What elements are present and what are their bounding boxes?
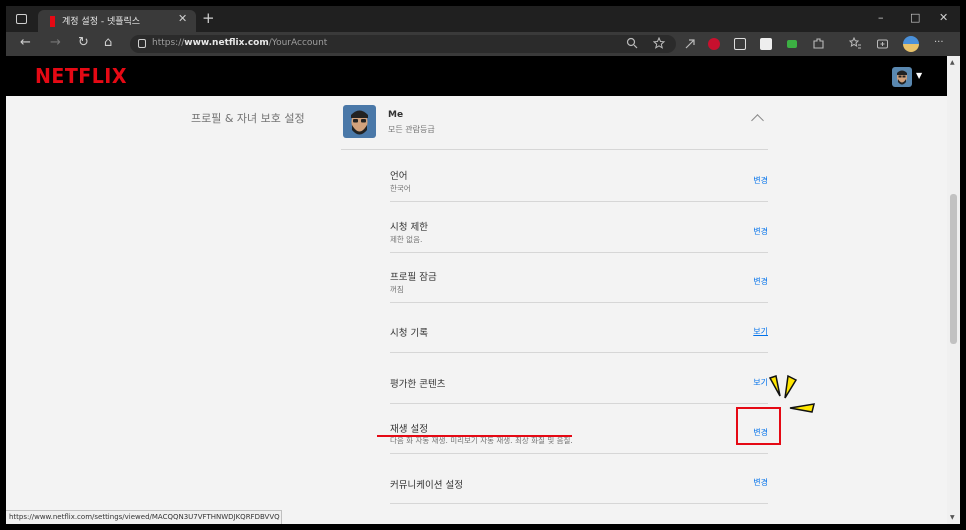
more-menu-icon[interactable]: ···: [934, 37, 944, 48]
favorites-list-icon[interactable]: [849, 37, 862, 50]
setting-row-viewing-restrictions: 시청 제한 제한 없음. 변경: [390, 203, 768, 253]
row-subtitle: 꺼짐: [390, 285, 404, 294]
collections-icon[interactable]: [876, 37, 889, 50]
change-communication-button[interactable]: 변경: [753, 477, 768, 488]
change-restrictions-button[interactable]: 변경: [753, 226, 768, 237]
extension-box-icon[interactable]: [734, 38, 746, 50]
scroll-thumb[interactable]: [950, 194, 957, 344]
address-bar[interactable]: https://www.netflix.com/YourAccount: [130, 35, 676, 53]
row-title: 프로필 잠금: [390, 272, 437, 283]
browser-tab[interactable]: 계정 설정 - 넷플릭스 ✕: [38, 10, 196, 32]
forward-button[interactable]: →: [50, 35, 61, 50]
lock-icon[interactable]: [138, 39, 146, 48]
scroll-up-arrow-icon[interactable]: ▲: [950, 59, 955, 66]
title-bar: 계정 설정 - 넷플릭스 ✕ + – □ ✕: [6, 6, 960, 32]
change-profile-lock-button[interactable]: 변경: [753, 276, 768, 287]
setting-row-profile-lock: 프로필 잠금 꺼짐 변경: [390, 253, 768, 303]
divider: [341, 149, 768, 150]
netflix-logo[interactable]: NETFLIX: [35, 64, 127, 88]
screen: 계정 설정 - 넷플릭스 ✕ + – □ ✕ ← → ↻ ⌂ https://w…: [0, 0, 966, 530]
status-url: https://www.netflix.com/settings/viewed/…: [9, 513, 280, 521]
profile-name: Me: [388, 110, 404, 120]
page-scrollbar[interactable]: ▲ ▼: [947, 56, 960, 524]
extension-green-icon[interactable]: [787, 40, 797, 48]
view-activity-link[interactable]: 보기: [753, 326, 768, 337]
tab-actions-icon[interactable]: [16, 14, 27, 24]
row-title: 커뮤니케이션 설정: [390, 480, 463, 491]
change-language-button[interactable]: 변경: [753, 175, 768, 186]
annotation-underline: [377, 435, 572, 437]
new-tab-button[interactable]: +: [202, 9, 215, 27]
navigation-bar: ← → ↻ ⌂ https://www.netflix.com/YourAcco…: [6, 32, 960, 56]
profile-rating: 모든 관람등급: [388, 125, 435, 134]
zoom-icon[interactable]: [626, 37, 638, 49]
scroll-down-arrow-icon[interactable]: ▼: [950, 514, 955, 521]
status-bar: https://www.netflix.com/settings/viewed/…: [6, 510, 282, 524]
back-button[interactable]: ←: [20, 35, 31, 50]
section-label: 프로필 & 자녀 보호 설정: [191, 112, 305, 125]
account-settings-content: 프로필 & 자녀 보호 설정 Me 모든 관람등급 언어 한국어 변경 시청 제…: [6, 96, 947, 524]
extension-arrow-icon[interactable]: [684, 38, 696, 50]
extension-square-icon[interactable]: [760, 38, 772, 50]
setting-row-communication: 커뮤니케이션 설정 변경: [390, 454, 768, 504]
row-title: 재생 설정: [390, 424, 428, 435]
row-title: 언어: [390, 171, 408, 182]
setting-row-ratings: 평가한 콘텐츠 보기: [390, 354, 768, 404]
collapse-chevron-up-icon[interactable]: [751, 114, 764, 127]
favorite-star-icon[interactable]: [653, 37, 666, 49]
row-title: 시청 제한: [390, 222, 428, 233]
row-title: 시청 기록: [390, 328, 428, 339]
user-profile-icon[interactable]: [903, 36, 919, 52]
refresh-button[interactable]: ↻: [78, 35, 89, 50]
netflix-header: NETFLIX ▼: [6, 56, 947, 96]
maximize-button[interactable]: □: [910, 11, 920, 24]
profile-avatar: [343, 105, 376, 138]
url-text[interactable]: https://www.netflix.com/YourAccount: [152, 38, 327, 48]
row-subtitle: 한국어: [390, 184, 411, 193]
extension-red-icon[interactable]: [708, 38, 720, 50]
extensions-puzzle-icon[interactable]: [812, 37, 825, 50]
home-button[interactable]: ⌂: [104, 35, 112, 50]
browser-window: 계정 설정 - 넷플릭스 ✕ + – □ ✕ ← → ↻ ⌂ https://w…: [6, 6, 960, 524]
tab-title: 계정 설정 - 넷플릭스: [62, 17, 141, 27]
setting-row-viewing-activity: 시청 기록 보기: [390, 303, 768, 353]
account-menu-caret-icon[interactable]: ▼: [916, 71, 922, 80]
setting-row-playback: 재생 설정 다음 화 자동 재생. 미리보기 자동 재생. 최상 화질 및 음질…: [390, 404, 768, 454]
row-title: 평가한 콘텐츠: [390, 379, 446, 390]
account-avatar[interactable]: [892, 67, 912, 87]
minimize-button[interactable]: –: [878, 11, 884, 24]
tab-close-icon[interactable]: ✕: [178, 12, 187, 25]
setting-row-language: 언어 한국어 변경: [390, 152, 768, 202]
row-subtitle: 제한 없음.: [390, 235, 423, 244]
close-window-button[interactable]: ✕: [939, 11, 948, 24]
annotation-spark-icon: [768, 374, 816, 413]
netflix-favicon-icon: [50, 16, 55, 27]
